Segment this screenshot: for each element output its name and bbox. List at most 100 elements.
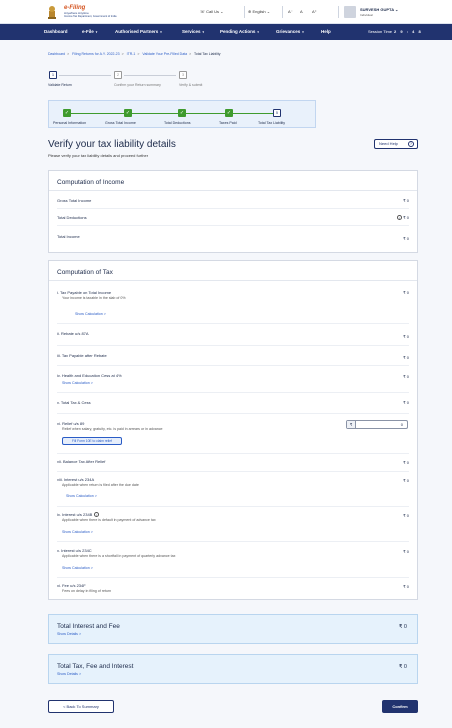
check-icon: ✓ bbox=[225, 109, 233, 117]
show-calculation-link[interactable]: Show Calculation > bbox=[62, 530, 93, 534]
chevron-down-icon: ⌄ bbox=[265, 9, 271, 14]
income-card-title: Computation of Income bbox=[57, 179, 125, 186]
row-label: v. Total Tax & Cess bbox=[57, 400, 91, 405]
row-value: ₹ 0 bbox=[403, 549, 409, 554]
fill-form-10e-button[interactable]: Fill Form 10E to claim relief bbox=[62, 437, 122, 445]
substep-personal-info[interactable]: Personal Information bbox=[53, 121, 86, 125]
show-calculation-link[interactable]: Show Calculation > bbox=[62, 566, 93, 570]
breadcrumb-dashboard[interactable]: Dashboard bbox=[48, 52, 65, 56]
substep-taxes-paid[interactable]: Taxes Paid bbox=[219, 121, 237, 125]
total-interest-fee-card: Total Interest and Fee Show Details > ₹ … bbox=[48, 614, 418, 644]
row-label: i. Tax Payable on Total Income bbox=[57, 290, 112, 295]
row-value: ₹ 0 bbox=[403, 334, 409, 339]
row-value: ₹ 0 bbox=[403, 290, 409, 295]
row-label: Total Income bbox=[57, 234, 80, 239]
row-label: viii. Interest u/s 234A bbox=[57, 477, 95, 482]
confirm-button[interactable]: Confirm bbox=[382, 700, 418, 713]
summary-title: Total Interest and Fee bbox=[57, 623, 120, 630]
breadcrumb-validate[interactable]: Validate Your Pre-Filled Data bbox=[142, 52, 187, 56]
font-increase-button[interactable]: A⁺ bbox=[312, 9, 317, 14]
row-value: ₹ 0 bbox=[403, 374, 409, 379]
step-2-box: 2 bbox=[114, 71, 122, 79]
show-calculation-link[interactable]: Show Calculation > bbox=[62, 381, 93, 385]
row-label: xi. Fee u/s 234F bbox=[57, 583, 86, 588]
nav-efile[interactable]: e-File ▾ bbox=[82, 29, 97, 34]
page-title: Verify your tax liability details bbox=[48, 139, 176, 150]
row-description: Applicable when there is default in paym… bbox=[62, 518, 156, 522]
nav-services[interactable]: Services ▾ bbox=[182, 29, 204, 34]
row-value: ₹ 0 bbox=[403, 478, 409, 483]
row-label: iii. Tax Payable after Rebate bbox=[57, 353, 107, 358]
substep-total-deductions[interactable]: Total Deductions bbox=[164, 121, 191, 125]
show-calculation-link[interactable]: Show Calculation > bbox=[75, 312, 106, 316]
nav-grievances[interactable]: Grievances ▾ bbox=[276, 29, 304, 34]
user-name[interactable]: SURVESH GUPTA ⌄ bbox=[360, 7, 398, 12]
divider bbox=[57, 225, 409, 226]
brand-tagline: Income Tax Department, Government of Ind… bbox=[64, 15, 117, 18]
row-description: Relief when salary, gratuity, etc. is pa… bbox=[62, 427, 163, 431]
relief-89-input[interactable]: ₹ 0 bbox=[346, 420, 408, 429]
divider bbox=[282, 6, 283, 18]
row-value: ₹ 0 bbox=[403, 236, 409, 241]
divider bbox=[57, 392, 409, 393]
divider bbox=[57, 365, 409, 366]
row-label: Gross Total Income bbox=[57, 198, 92, 203]
step-3-box: 3 bbox=[179, 71, 187, 79]
row-label: x. Interest u/s 234C bbox=[57, 548, 92, 553]
row-description: Applicable when return is filed after th… bbox=[62, 483, 139, 487]
info-icon[interactable]: i bbox=[397, 215, 403, 220]
income-card: Computation of Income Gross Total Income… bbox=[48, 170, 418, 253]
row-value: i ₹ 0 bbox=[395, 215, 409, 220]
total-tax-fee-interest-card: Total Tax, Fee and Interest Show Details… bbox=[48, 654, 418, 684]
row-description: Applicable when there is a shortfall in … bbox=[62, 554, 176, 558]
substep-total-tax-liability[interactable]: Total Tax Liability bbox=[258, 121, 285, 125]
call-us-link[interactable]: ☏ Call Us ⌄ bbox=[200, 9, 223, 14]
relief-89-value: 0 bbox=[400, 422, 403, 427]
top-header: e-Filing Anywhere Anytime Income Tax Dep… bbox=[0, 0, 452, 24]
breadcrumb-filing-returns[interactable]: Filing Returns for A.Y. 2022-23 bbox=[72, 52, 119, 56]
show-details-link[interactable]: Show Details > bbox=[57, 632, 81, 636]
show-calculation-link[interactable]: Show Calculation > bbox=[66, 494, 97, 498]
row-label: ii. Rebate u/s 87A bbox=[57, 331, 89, 336]
chevron-down-icon: ⌄ bbox=[393, 7, 399, 12]
row-label: vii. Balance Tax After Relief bbox=[57, 459, 106, 464]
summary-value: ₹ 0 bbox=[398, 664, 407, 670]
chevron-down-icon: ▾ bbox=[95, 30, 98, 34]
check-icon: ✓ bbox=[178, 109, 186, 117]
nav-help[interactable]: Help bbox=[321, 29, 331, 34]
substep-connector bbox=[186, 113, 225, 114]
row-value: ₹ 0 bbox=[403, 513, 409, 518]
chevron-down-icon: ▾ bbox=[302, 30, 304, 34]
page-subtitle: Please verify your tax liability details… bbox=[48, 153, 149, 158]
divider bbox=[338, 6, 339, 18]
info-icon[interactable]: i bbox=[94, 512, 100, 517]
emblem-icon bbox=[48, 6, 56, 19]
user-type: Individual bbox=[360, 13, 373, 17]
tax-card-header: Computation of Tax bbox=[49, 261, 417, 281]
back-to-summary-button[interactable]: < Back To Summary bbox=[48, 700, 114, 713]
divider bbox=[57, 208, 409, 209]
nav-dashboard[interactable]: Dashboard bbox=[44, 29, 68, 34]
row-value: ₹ 0 bbox=[403, 400, 409, 405]
chevron-down-icon: ⌄ bbox=[219, 9, 224, 14]
language-select[interactable]: ⊕ English ⌄ bbox=[248, 9, 270, 14]
nav-pending-actions[interactable]: Pending Actions ▾ bbox=[220, 29, 259, 34]
row-label: ix. Interest u/s 234B i bbox=[57, 512, 100, 517]
nav-authorised-partners[interactable]: Authorised Partners ▾ bbox=[115, 29, 162, 34]
chevron-down-icon: ▾ bbox=[202, 30, 205, 34]
font-normal-button[interactable]: A bbox=[300, 9, 303, 14]
summary-value: ₹ 0 bbox=[398, 624, 407, 630]
row-value: ₹ 0 bbox=[403, 355, 409, 360]
need-help-button[interactable]: Need Help ? bbox=[374, 139, 418, 149]
show-details-link[interactable]: Show Details > bbox=[57, 672, 81, 676]
tax-card-title: Computation of Tax bbox=[57, 269, 113, 276]
divider bbox=[57, 471, 409, 472]
avatar[interactable] bbox=[344, 6, 356, 18]
efiling-logo[interactable]: e-Filing Anywhere Anytime Income Tax Dep… bbox=[46, 4, 122, 20]
font-decrease-button[interactable]: A⁻ bbox=[288, 9, 293, 14]
step-3-label: Verify & submit bbox=[179, 83, 203, 87]
substep-gross-total-income[interactable]: Gross Total Income bbox=[105, 121, 136, 125]
row-description: Your income is taxable in the slab of 0% bbox=[62, 296, 126, 300]
substep-connector bbox=[233, 113, 273, 114]
breadcrumb-itr1[interactable]: ITR-1 bbox=[127, 52, 136, 56]
